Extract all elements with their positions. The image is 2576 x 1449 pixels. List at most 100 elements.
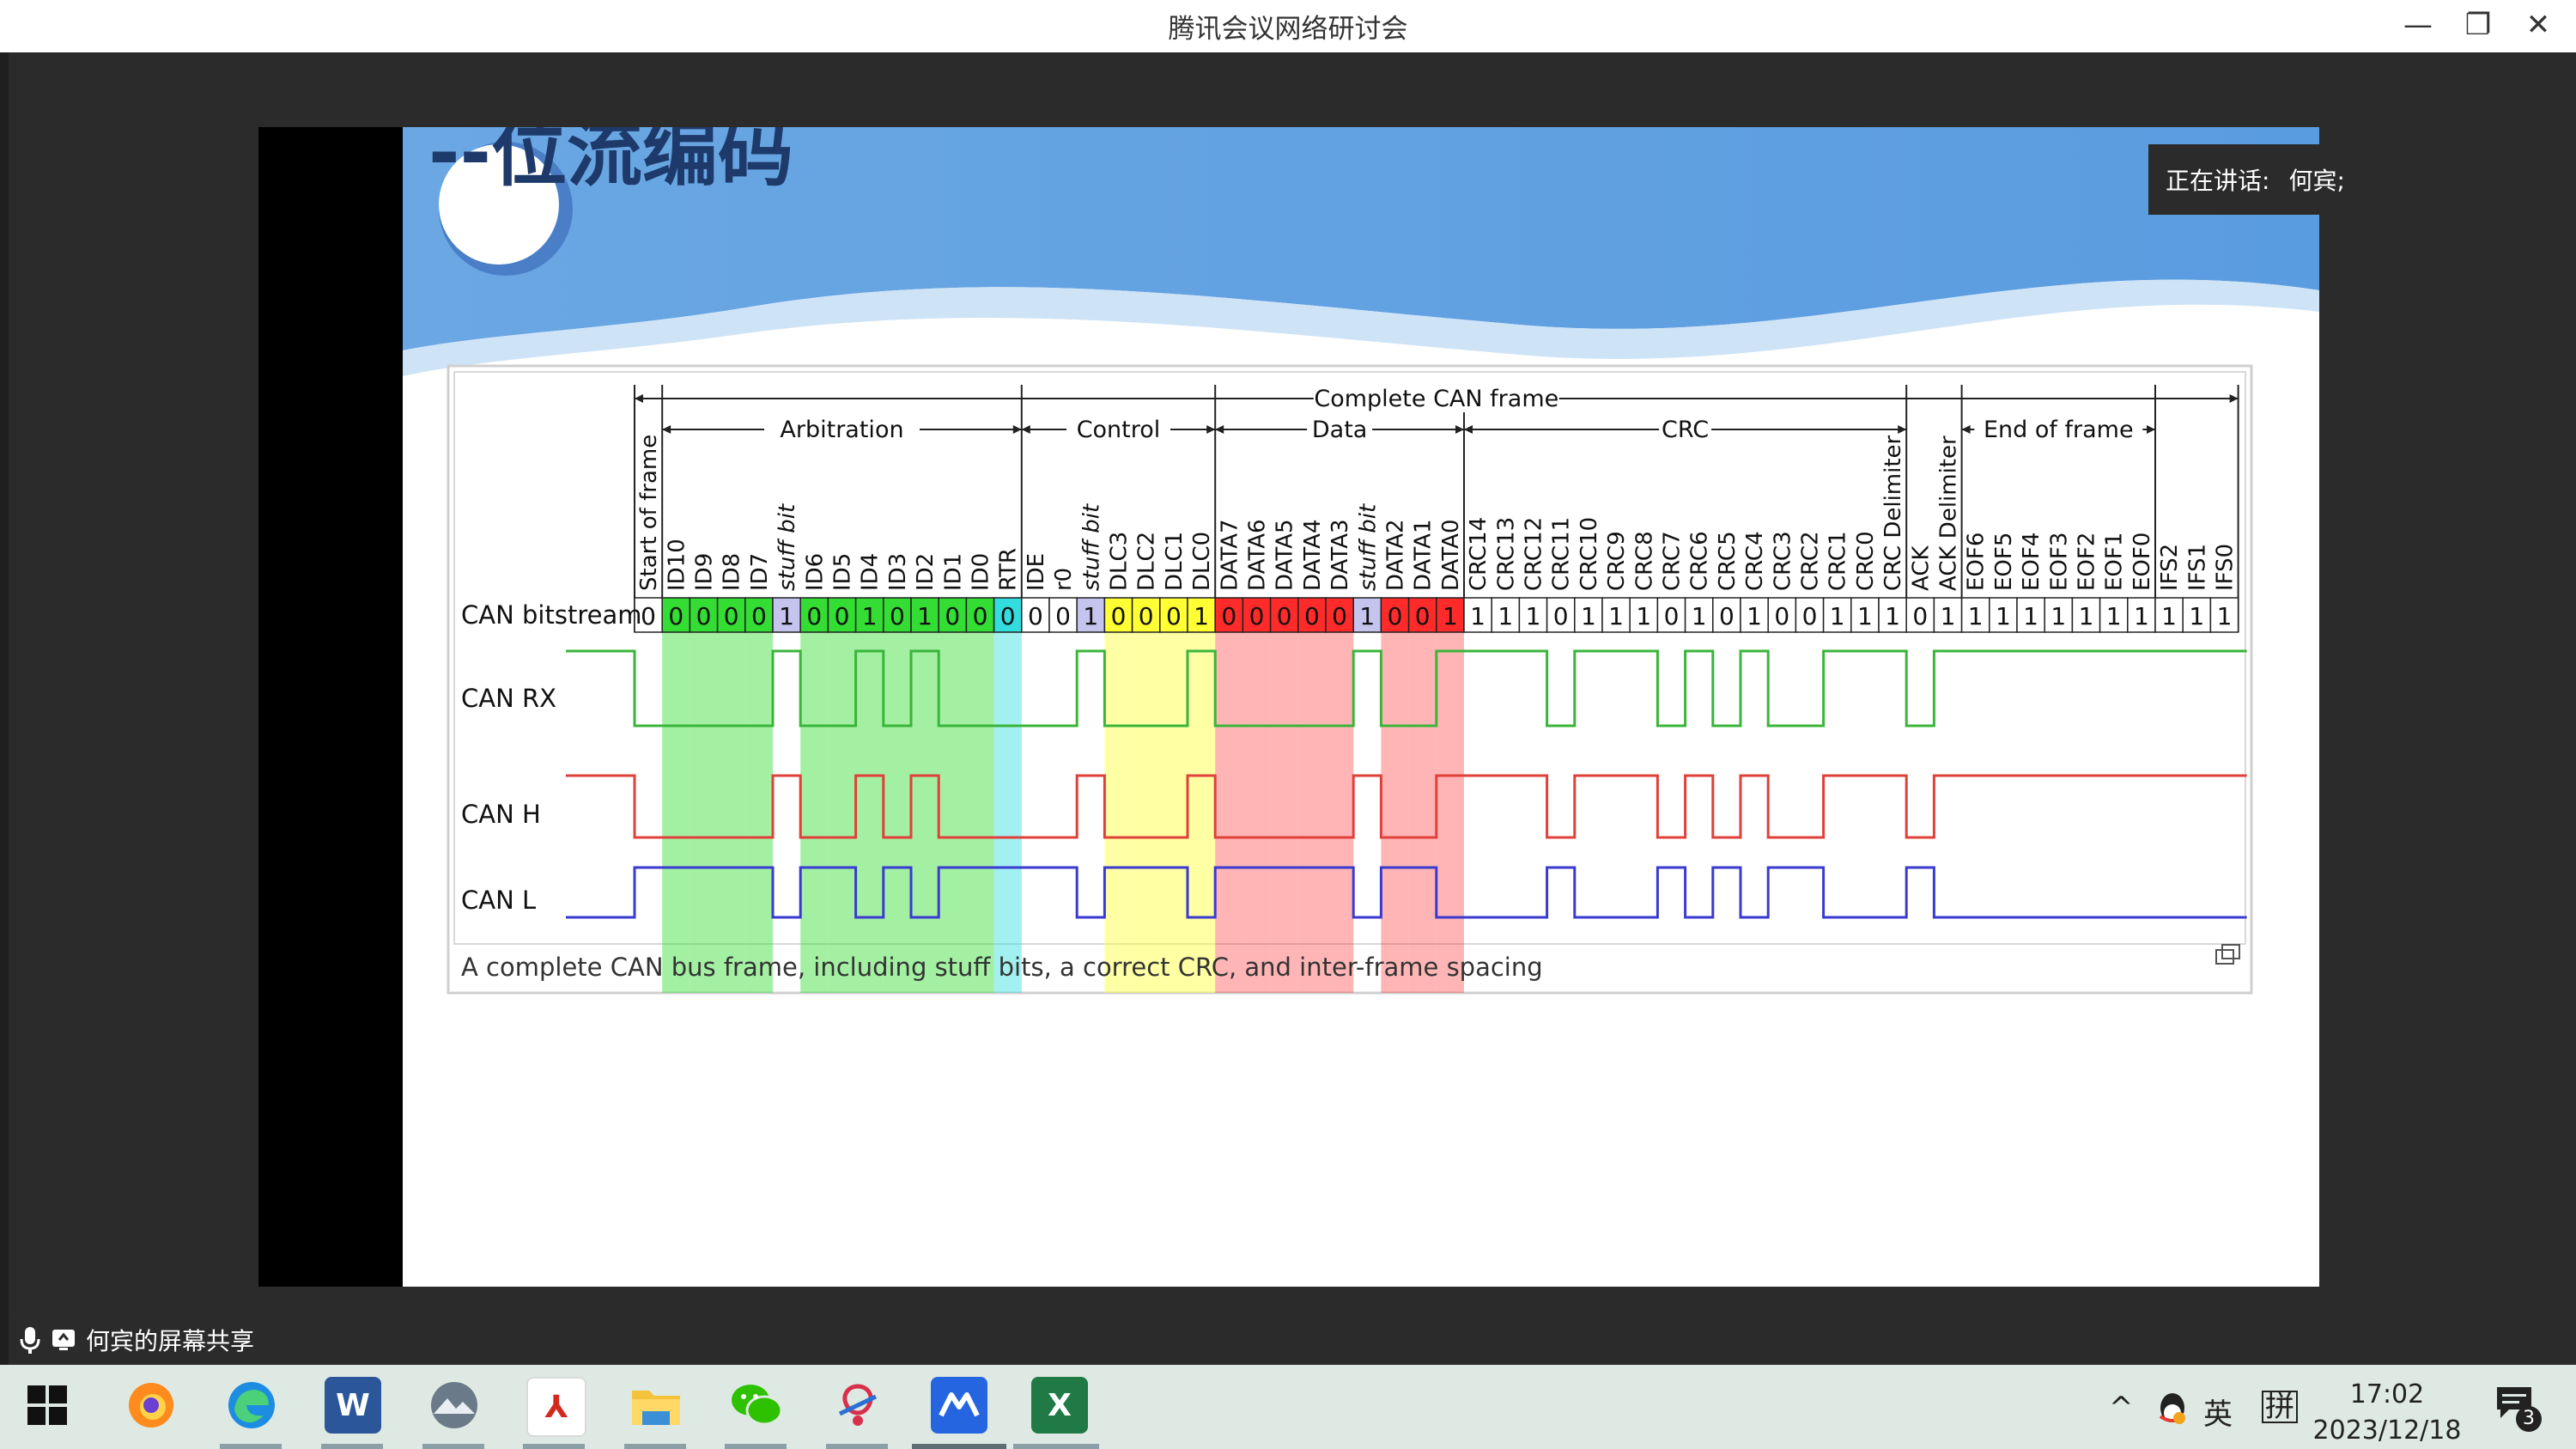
edge-icon[interactable] — [223, 1377, 280, 1434]
speaking-indicator: 正在讲话: 何宾; — [2148, 144, 2576, 215]
bit-value: 1 — [1359, 602, 1375, 630]
file-explorer-icon[interactable] — [628, 1377, 684, 1434]
field-label: ACK Delimiter — [1936, 435, 1962, 591]
show-hidden-icons-icon[interactable]: ^ — [2109, 1391, 2134, 1425]
bit-value: 1 — [862, 602, 878, 630]
field-label: EOF0 — [2129, 533, 2155, 591]
field-label: ID10 — [664, 539, 690, 591]
field-label: DATA0 — [1438, 519, 1464, 591]
clock-date: 2023/12/18 — [2312, 1416, 2462, 1446]
bit-value: 1 — [1692, 602, 1707, 630]
row-label: CAN RX — [461, 684, 556, 713]
band-dlc — [1159, 632, 1188, 993]
bit-value: 1 — [1194, 602, 1209, 630]
field-label: r0 — [1051, 568, 1077, 591]
field-label: EOF5 — [1991, 533, 2017, 591]
row-label: CAN H — [461, 800, 541, 829]
field-label: Start of frame — [636, 435, 662, 591]
title-bar: 腾讯会议网络研讨会 — ❐ ✕ — [0, 0, 2576, 52]
bit-value: 1 — [2161, 602, 2177, 630]
band-arb — [744, 632, 773, 993]
system-clock[interactable]: 17:02 2023/12/18 — [2310, 1377, 2464, 1449]
bit-value: 1 — [1083, 602, 1098, 630]
complete-frame-label: Complete CAN frame — [1314, 386, 1558, 412]
field-label: ID1 — [940, 553, 966, 591]
bit-value: 0 — [1415, 602, 1431, 630]
ime-language-indicator[interactable]: 英 — [2203, 1391, 2233, 1433]
bit-value: 1 — [1608, 602, 1624, 630]
field-label: IFS2 — [2157, 544, 2183, 591]
bit-value: 1 — [2050, 602, 2066, 630]
ime-mode-indicator[interactable]: 拼 — [2262, 1391, 2298, 1423]
band-arb — [855, 632, 884, 993]
bit-value: 0 — [751, 602, 767, 630]
wechat-icon[interactable] — [728, 1377, 785, 1434]
close-icon[interactable]: ✕ — [2512, 5, 2564, 45]
field-label: ID8 — [720, 553, 745, 591]
control-label: Control — [1077, 417, 1161, 443]
shared-slide: --位流编码 Complete CAN frame Arbitration Cont… — [403, 127, 2319, 1287]
field-label: ID4 — [858, 553, 884, 591]
field-label: IFS1 — [2184, 544, 2210, 591]
qq-icon[interactable] — [2155, 1391, 2190, 1434]
band-rtr — [993, 632, 1022, 993]
speaking-label: 正在讲话: — [2166, 167, 2270, 195]
bit-value: 0 — [668, 602, 683, 630]
crc-label: CRC — [1662, 417, 1709, 443]
microphone-icon — [20, 1327, 40, 1354]
word-icon[interactable]: W — [325, 1377, 381, 1434]
bit-value: 0 — [1249, 602, 1265, 630]
shared-screen-margin — [258, 127, 404, 1287]
slide-canvas: --位流编码 Complete CAN frame Arbitration Cont… — [403, 127, 2319, 995]
photo-viewer-icon[interactable] — [426, 1377, 483, 1434]
band-data — [1242, 632, 1271, 993]
data-label: Data — [1312, 417, 1367, 443]
row-label: CAN L — [461, 886, 536, 915]
field-label: stuff bit — [1078, 503, 1104, 591]
field-label: DLC2 — [1134, 532, 1160, 591]
firefox-icon[interactable] — [123, 1377, 179, 1434]
minimize-icon[interactable]: — — [2392, 5, 2444, 45]
bit-value: 0 — [1111, 602, 1127, 630]
bit-value: 1 — [2023, 602, 2038, 630]
excel-icon[interactable]: X — [1031, 1377, 1088, 1434]
field-label: CRC11 — [1549, 517, 1575, 591]
band-arb — [883, 632, 911, 993]
bit-value: 0 — [1028, 602, 1043, 630]
screen-share-label: 何宾的屏幕共享 — [86, 1327, 255, 1355]
restore-icon[interactable]: ❐ — [2452, 5, 2504, 45]
field-label: CRC7 — [1660, 531, 1686, 591]
band-arb — [717, 632, 745, 993]
screen-share-tag[interactable]: 何宾的屏幕共享 — [9, 1316, 268, 1364]
band-dlc — [1132, 632, 1160, 993]
windows-start-icon[interactable] — [19, 1377, 76, 1434]
bit-value: 1 — [2134, 602, 2149, 630]
field-label: ID2 — [913, 553, 939, 591]
speaker-name: 何宾; — [2288, 167, 2345, 195]
field-label: DATA2 — [1383, 519, 1409, 591]
acrobat-icon[interactable]: ⅄ — [526, 1377, 586, 1437]
tencent-meeting-icon[interactable] — [931, 1377, 987, 1434]
band-dlc — [1188, 632, 1216, 993]
xmind-running-indicator — [826, 1444, 888, 1449]
field-label: ID6 — [802, 553, 828, 591]
bit-value: 0 — [835, 602, 850, 630]
bit-value: 1 — [2217, 602, 2233, 630]
bit-value: 0 — [1664, 602, 1680, 630]
band-data — [1326, 632, 1354, 993]
field-label: ID7 — [747, 553, 773, 591]
notification-center-icon[interactable]: 3 — [2494, 1384, 2545, 1432]
bit-value: 0 — [724, 602, 739, 630]
field-label: ID5 — [830, 553, 856, 591]
field-label: stuff bit — [1355, 503, 1381, 591]
bit-value: 0 — [1166, 602, 1182, 630]
bit-value: 1 — [1498, 602, 1513, 630]
bit-value: 1 — [1885, 602, 1900, 630]
bit-value: 1 — [1636, 602, 1651, 630]
band-data — [1297, 632, 1326, 993]
band-data — [1436, 632, 1464, 993]
band-dlc — [1104, 632, 1133, 993]
xmind-icon[interactable] — [829, 1377, 886, 1434]
bit-value: 0 — [1332, 602, 1347, 630]
bit-value: 0 — [806, 602, 822, 630]
